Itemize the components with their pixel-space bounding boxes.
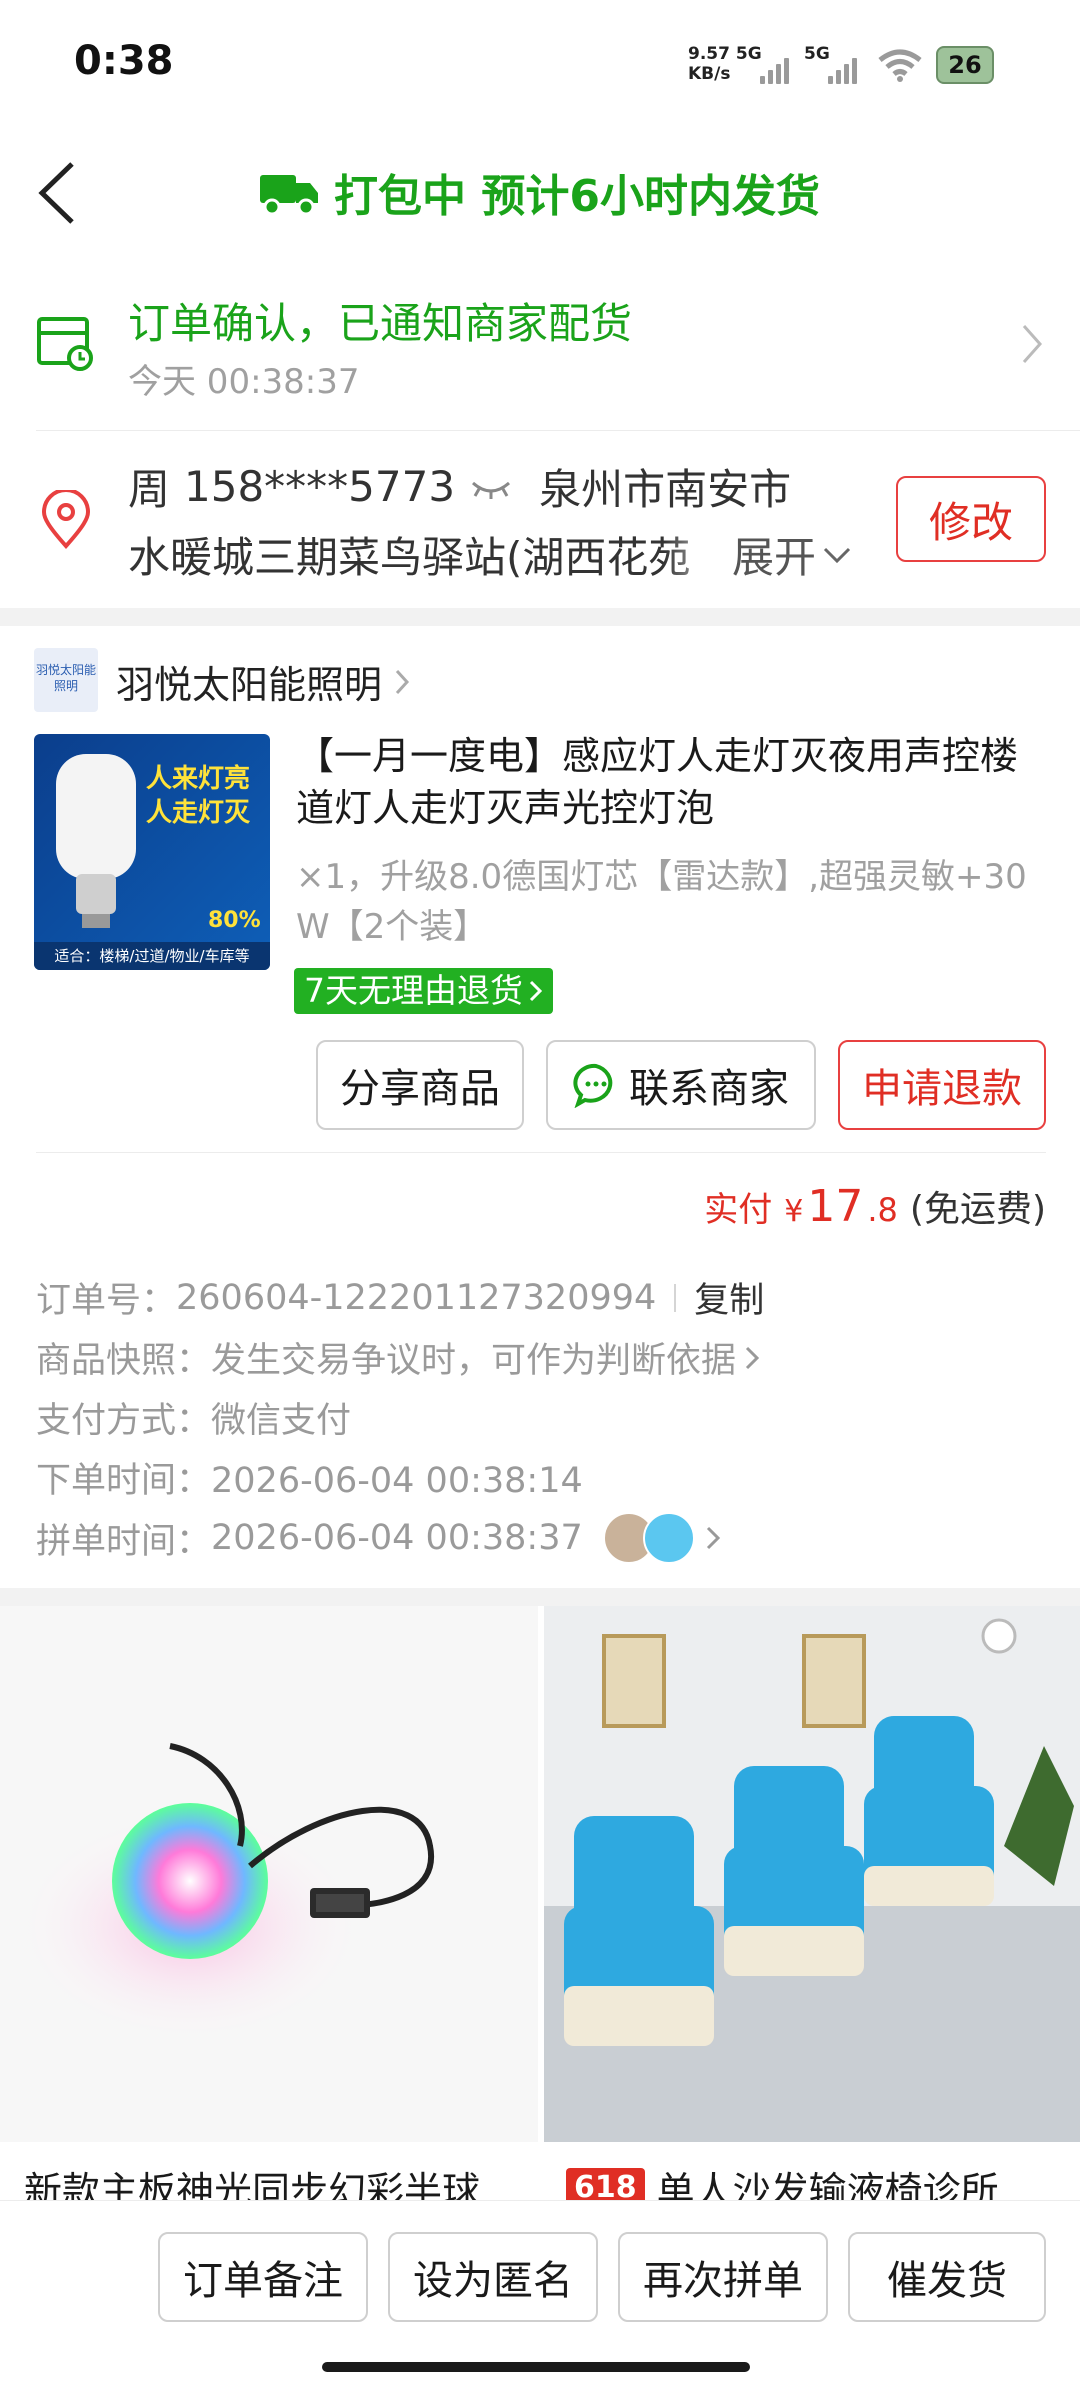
contact-seller-button[interactable]: 联系商家 (546, 1040, 816, 1130)
chevron-right-icon (529, 980, 543, 1002)
image-text-2: 人走灯灭 (146, 798, 251, 828)
separator (674, 1283, 677, 1312)
recipient-phone: 158****5773 (184, 462, 456, 511)
order-time-row: 下单时间：2026-06-04 00:38:14 (36, 1452, 583, 1503)
recliner-sofa-image (544, 1606, 1080, 2142)
status-time: 0:38 (74, 38, 174, 84)
group-time-label: 拼单时间： (36, 1521, 212, 1562)
order-number-label: 订单号： (36, 1281, 177, 1321)
payment-label: 实付 (704, 1190, 773, 1230)
image-footer: 适合：楼梯/过道/物业/车库等 (34, 942, 270, 970)
chevron-down-icon (823, 547, 851, 563)
section-divider (0, 1588, 1080, 1606)
avatar (642, 1512, 695, 1564)
expand-label: 展开 (732, 533, 817, 582)
store-logo[interactable]: 羽悦太阳能照明 (34, 648, 98, 712)
order-status-title: 订单确认，已通知商家配货 (128, 299, 633, 348)
sim2-label: 5G (804, 44, 830, 64)
currency-symbol: ¥ (784, 1194, 804, 1229)
recipient-city: 泉州市南安市 (539, 465, 792, 514)
product-spec: ×1，升级8.0德国灯芯【雷达款】,超强灵敏+30W【2个装】 (296, 857, 1027, 947)
chevron-right-icon (1020, 322, 1044, 370)
store-name: 羽悦太阳能照明 (116, 663, 383, 707)
order-number-row: 订单号： 260604-122201127320994 复制 (36, 1272, 764, 1323)
group-time-row[interactable]: 拼单时间： 2026-06-04 00:38:37 (36, 1512, 721, 1564)
anonymous-button[interactable]: 设为匿名 (388, 2232, 598, 2322)
payment-method: 微信支付 (211, 1401, 352, 1441)
return-policy-badge[interactable]: 7天无理由退货 (294, 968, 553, 1014)
section-divider (0, 608, 1080, 626)
payment-decimal: .8 (867, 1191, 898, 1229)
request-refund-button[interactable]: 申请退款 (838, 1040, 1046, 1130)
chevron-right-icon (745, 1346, 760, 1369)
divider (36, 430, 1080, 431)
shipping-note: (免运费) (909, 1189, 1046, 1230)
payment-integer: 17 (807, 1181, 864, 1232)
signal-icon-2 (828, 54, 857, 84)
recommend-card-image-2[interactable] (544, 1606, 1080, 2142)
truck-icon (260, 175, 319, 215)
payment-method-label: 支付方式： (36, 1401, 212, 1441)
home-indicator[interactable] (322, 2362, 750, 2372)
payment-total: 实付 ¥ 17 .8 (免运费) (704, 1180, 1046, 1232)
net-speed: 9.57 5G KB/s (688, 44, 762, 84)
contact-seller-label: 联系商家 (629, 1066, 789, 1112)
snapshot-row[interactable]: 商品快照： 发生交易争议时，可作为判断依据 (36, 1332, 760, 1383)
share-product-button[interactable]: 分享商品 (316, 1040, 524, 1130)
edit-address-button[interactable]: 修改 (896, 476, 1046, 562)
snapshot-label: 商品快照： (36, 1341, 212, 1381)
payment-method-row: 支付方式：微信支付 (36, 1392, 351, 1443)
chevron-right-icon (395, 669, 410, 694)
address-expand-button[interactable]: 展开 (732, 524, 852, 585)
fade-overlay (664, 522, 734, 582)
wifi-icon (876, 48, 924, 88)
group-time: 2026-06-04 00:38:37 (211, 1518, 583, 1558)
image-percent: 80% (208, 908, 261, 933)
order-status-time: 今天 00:38:37 (128, 362, 360, 402)
rgb-hemisphere-image (10, 1743, 435, 2046)
copy-button[interactable]: 复制 (694, 1272, 764, 1323)
chat-icon (573, 1063, 613, 1108)
eye-closed-icon[interactable] (469, 462, 513, 511)
order-clock-icon (36, 316, 96, 376)
sim1-label: 5G (735, 44, 762, 64)
order-time: 2026-06-04 00:38:14 (211, 1461, 583, 1501)
recipient-name: 周 (128, 465, 171, 514)
address-detail: 水暖城三期菜鸟驿站(湖西花苑 (128, 533, 691, 582)
image-text-1: 人来灯亮 (146, 764, 251, 794)
product-image[interactable]: 人来灯亮 人走灯灭 80% 适合：楼梯/过道/物业/车库等 (34, 734, 270, 970)
return-policy-text: 7天无理由退货 (304, 971, 523, 1010)
net-speed-value: 9.57 (688, 44, 730, 64)
store-name-link[interactable]: 羽悦太阳能照明 (116, 654, 410, 709)
order-number: 260604-122201127320994 (176, 1277, 657, 1318)
urge-shipping-button[interactable]: 催发货 (848, 2232, 1046, 2322)
order-time-label: 下单时间： (36, 1461, 212, 1501)
chevron-right-icon (706, 1526, 720, 1550)
header-title-text: 打包中 预计6小时内发货 (334, 171, 820, 222)
regroup-button[interactable]: 再次拼单 (618, 2232, 828, 2322)
recommend-card-image-1[interactable] (0, 1606, 538, 2142)
location-pin-icon (38, 488, 94, 554)
battery-indicator: 26 (936, 46, 994, 84)
address-contact-line: 周 158****5773 泉州市南安市 (128, 456, 791, 517)
snapshot-value: 发生交易争议时，可作为判断依据 (211, 1341, 737, 1381)
order-note-button[interactable]: 订单备注 (158, 2232, 368, 2322)
divider (36, 1152, 1046, 1153)
signal-icon-1 (760, 54, 789, 84)
page-title: 打包中 预计6小时内发货 (0, 160, 1080, 224)
net-speed-unit: KB/s (688, 64, 731, 84)
product-title[interactable]: 【一月一度电】感应灯人走灯灭夜用声控楼道灯人走灯灭声光控灯泡 (296, 730, 1046, 834)
